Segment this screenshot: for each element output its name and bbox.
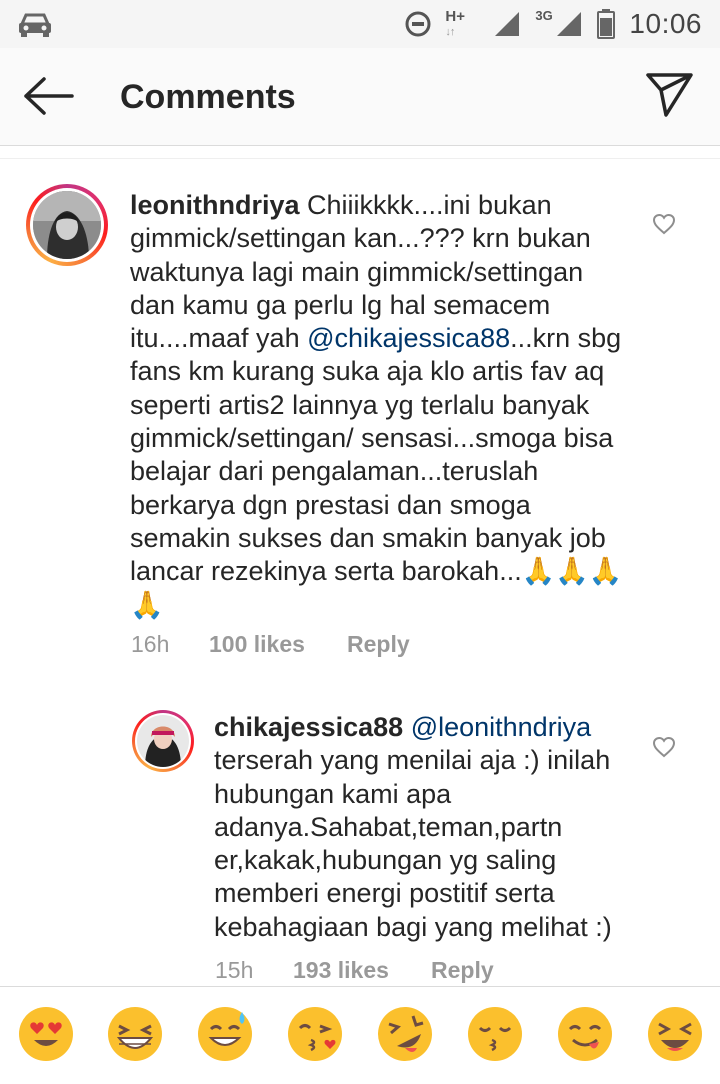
- like-heart-icon[interactable]: [652, 213, 676, 235]
- comment-time: 16h: [131, 631, 170, 657]
- comment-time: 15h: [215, 957, 254, 983]
- avatar[interactable]: [132, 710, 194, 772]
- network-3g-indicator: 3G: [535, 8, 553, 23]
- send-direct-icon[interactable]: [646, 72, 694, 118]
- heart-eyes-emoji-icon[interactable]: [16, 1004, 76, 1064]
- reply-button[interactable]: Reply: [347, 631, 410, 658]
- avatar[interactable]: [26, 184, 108, 266]
- kissing-heart-emoji-icon[interactable]: [285, 1004, 345, 1064]
- comment-likes[interactable]: 193 likes: [293, 957, 431, 984]
- laughing-emoji-icon[interactable]: [645, 1004, 705, 1064]
- clock: 10:06: [629, 8, 702, 39]
- comment-mention[interactable]: @chikajessica88: [307, 323, 510, 353]
- squinting-tongue-emoji-icon[interactable]: [375, 1004, 435, 1064]
- app-bar: Comments: [0, 48, 720, 146]
- battery-icon: [597, 9, 616, 39]
- back-arrow-icon[interactable]: [22, 76, 74, 116]
- comment-meta: 16h 100 likes Reply: [131, 631, 410, 658]
- do-not-disturb-icon: [405, 11, 431, 37]
- signal-strength-icon: [495, 12, 520, 36]
- comment-text: leonithndriya Chiiikkkk....ini bukan gim…: [130, 189, 630, 622]
- sweat-smile-emoji-icon[interactable]: [195, 1004, 255, 1064]
- emoji-quick-bar: [0, 986, 720, 1084]
- profile-photo: [137, 715, 189, 767]
- kissing-smiling-eyes-emoji-icon[interactable]: [465, 1004, 525, 1064]
- status-bar: H+ ↓↑ 3G 10:06: [0, 0, 720, 48]
- page-title: Comments: [120, 78, 296, 116]
- profile-photo: [33, 191, 101, 259]
- grinning-squint-emoji-icon[interactable]: [105, 1004, 165, 1064]
- comment-body: terserah yang menilai aja :) inilah hubu…: [214, 745, 612, 942]
- car-icon: [19, 13, 51, 37]
- like-heart-icon[interactable]: [652, 736, 676, 758]
- comment-username[interactable]: chikajessica88: [214, 712, 403, 742]
- comment-meta: 15h 193 likes Reply: [215, 957, 494, 984]
- divider: [0, 158, 720, 159]
- comment-text: chikajessica88 @leonithndriya terserah y…: [214, 711, 626, 944]
- comment-username[interactable]: leonithndriya: [130, 190, 300, 220]
- comment-body-continued: ...krn sbg fans km kurang suka aja klo a…: [130, 323, 623, 620]
- comment-mention[interactable]: @leonithndriya: [411, 712, 592, 742]
- savoring-food-emoji-icon[interactable]: [555, 1004, 615, 1064]
- comment-likes[interactable]: 100 likes: [209, 631, 347, 658]
- network-h-plus-indicator: H+ ↓↑: [445, 8, 466, 38]
- reply-button[interactable]: Reply: [431, 957, 494, 984]
- signal-strength-icon-2: [557, 12, 582, 36]
